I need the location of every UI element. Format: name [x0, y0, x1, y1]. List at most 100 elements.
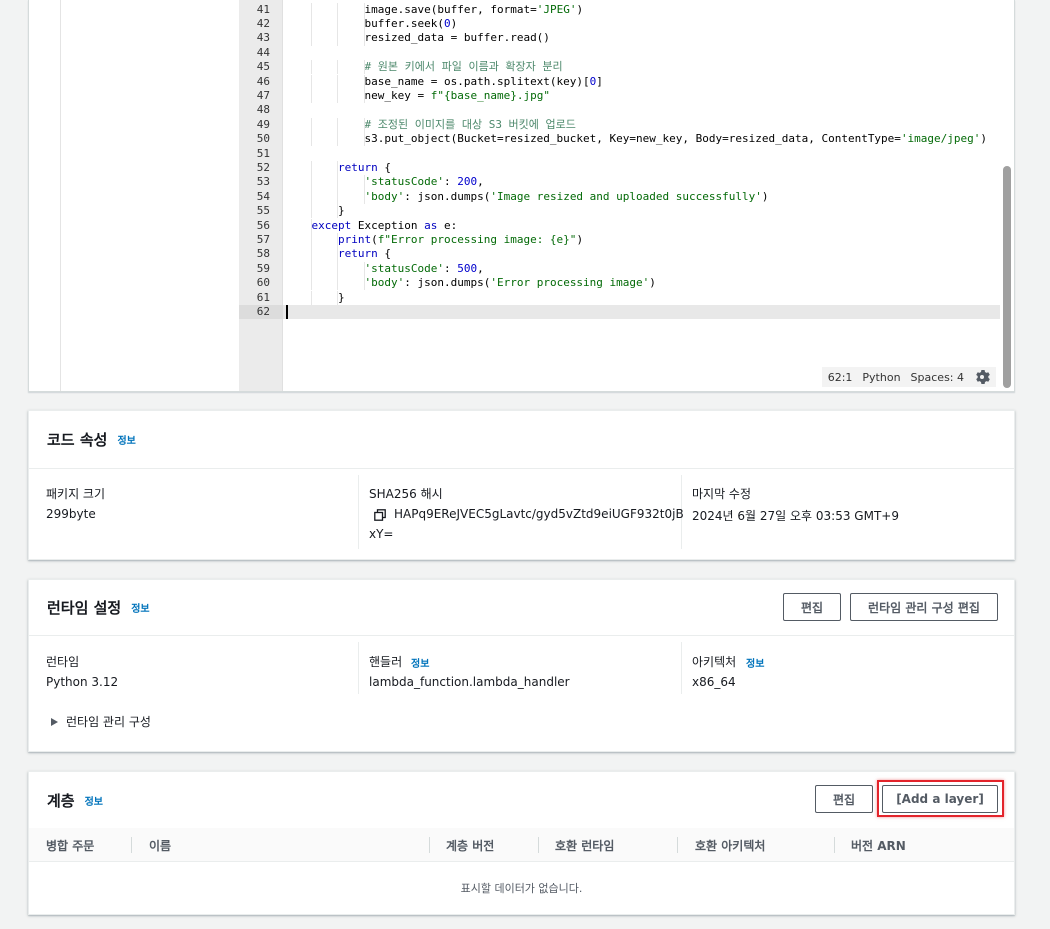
package-size-value: 299byte: [46, 507, 96, 521]
runtime-management-expander[interactable]: 런타임 관리 구성: [51, 713, 151, 730]
code-token: image.save(buffer,: [364, 2, 491, 16]
line-number: 42: [256, 16, 270, 30]
line-number: 45: [256, 60, 270, 74]
column-header-layer-version[interactable]: 계층 버전: [446, 828, 494, 862]
info-link[interactable]: 정보: [85, 793, 103, 808]
sha-value: HAPq9EReJVEC5gLavtc/gyd5vZtd9eiUGF932t0j…: [394, 507, 684, 521]
indent-guide: [337, 261, 338, 277]
file-tree-panel: [61, 0, 239, 391]
code-token: s3.put_object(Bucket=resized_bucket, Key…: [364, 132, 901, 146]
edit-runtime-button[interactable]: 편집: [783, 593, 841, 621]
indent-guide: [363, 2, 365, 17]
column-header-merge-order[interactable]: 병합 주문: [46, 828, 94, 862]
column-header-name[interactable]: 이름: [149, 828, 171, 862]
code-token: ): [576, 232, 584, 246]
code-line: s3.put_object(Bucket=resized_bucket, Key…: [365, 132, 988, 146]
code-line: 'body': json.dumps('Image resized and up…: [365, 190, 769, 204]
editor-scrollbar[interactable]: [1003, 166, 1011, 388]
indent-guide: [310, 16, 312, 32]
handler-info-link[interactable]: 정보: [411, 655, 429, 670]
column-header-compatible-runtimes[interactable]: 호환 런타임: [555, 828, 614, 862]
info-link[interactable]: 정보: [117, 432, 135, 447]
code-line: return {: [338, 161, 391, 175]
code-token: (: [371, 232, 378, 246]
code-line: return {: [338, 247, 391, 261]
copy-icon[interactable]: [374, 509, 386, 521]
editor-status-bar: 62:1 Python Spaces: 4: [821, 367, 996, 387]
last-modified-label: 마지막 수정: [692, 487, 752, 501]
line-number: 54: [256, 189, 270, 203]
gear-icon[interactable]: [974, 369, 990, 385]
code-token: Exception: [351, 218, 425, 232]
code-token: buffer.seek(: [364, 16, 444, 30]
indent-setting[interactable]: Spaces: 4: [911, 371, 964, 384]
code-token: ,: [477, 175, 484, 189]
indent-guide: [363, 175, 365, 190]
edit-runtime-management-button[interactable]: 런타임 관리 구성 편집: [850, 593, 998, 621]
panel-title: 계층: [47, 791, 75, 810]
code-token: format=: [490, 2, 537, 16]
info-link[interactable]: 정보: [131, 600, 149, 615]
architecture-info-link[interactable]: 정보: [746, 655, 764, 670]
code-token: e:: [437, 218, 458, 232]
column-divider: [358, 475, 359, 549]
code-token: print: [338, 232, 372, 246]
code-token: {: [377, 160, 391, 174]
code-token: ): [649, 276, 656, 290]
line-number: 43: [256, 31, 270, 45]
handler-value: lambda_function.lambda_handler: [369, 675, 570, 689]
code-token: f"{base_name}.jpg": [430, 88, 550, 102]
code-properties-header: 코드 속성 정보: [29, 411, 1014, 469]
language-mode[interactable]: Python: [862, 371, 900, 384]
column-header-version-arn[interactable]: 버전 ARN: [851, 828, 906, 862]
code-line: print(f"Error processing image: {e}"): [338, 233, 583, 247]
code-line: 'statusCode': 500,: [365, 262, 484, 276]
line-number: 56: [256, 218, 270, 232]
code-token: {: [377, 247, 391, 261]
code-text-area[interactable]: image.save(buffer, format='JPEG') buffer.…: [283, 0, 1000, 391]
architecture-value: x86_64: [692, 675, 736, 689]
code-token: }: [338, 290, 345, 304]
code-token: ): [576, 2, 584, 16]
column-divider: [131, 837, 132, 853]
code-token: new_key =: [364, 88, 431, 102]
indent-guide: [363, 16, 365, 32]
code-token: 0: [443, 16, 451, 30]
indent-guide: [337, 204, 338, 219]
code-token: : json.dumps(: [404, 189, 491, 203]
runtime-settings-header: 런타임 설정 정보 편집 런타임 관리 구성 편집: [29, 580, 1014, 636]
indent-guide: [363, 261, 365, 277]
indent-guide: [310, 2, 312, 17]
line-number: 47: [256, 88, 270, 102]
line-number: 52: [256, 160, 270, 174]
indent-guide: [310, 117, 312, 133]
indent-guide: [310, 88, 312, 104]
layers-table-header: 병합 주문 이름 계층 버전 호환 런타임 호환 아키텍처 버전 ARN: [29, 828, 1014, 862]
indent-guide: [363, 276, 365, 291]
indent-guide: [337, 132, 338, 147]
edit-layers-button[interactable]: 편집: [815, 785, 873, 813]
column-header-compatible-architectures[interactable]: 호환 아키텍처: [695, 828, 765, 862]
code-editor[interactable]: 41 42 43 44 45 46 47 48 49 50 51 52 53 54 55 56 57 58 59 60…: [28, 0, 1015, 392]
indent-guide: [310, 189, 312, 205]
indent-guide: [310, 31, 312, 46]
active-line-highlight: [283, 304, 1000, 320]
code-line: except Exception as e:: [312, 219, 458, 233]
indent-guide: [310, 247, 312, 262]
indent-guide: [337, 31, 338, 46]
sha-label: SHA256 해시: [369, 487, 443, 501]
code-token: ): [980, 132, 988, 146]
indent-guide: [337, 16, 338, 32]
code-token: 'body': [364, 189, 405, 203]
architecture-label: 아키텍처: [692, 655, 737, 669]
code-line: image.save(buffer, format='JPEG'): [365, 3, 584, 17]
line-number: 59: [256, 261, 270, 275]
text-cursor: [286, 304, 288, 319]
code-token: ): [450, 16, 458, 30]
line-number: 55: [256, 204, 270, 218]
line-number: 61: [256, 290, 270, 304]
line-number: 41: [256, 2, 270, 16]
runtime-settings-panel: 런타임 설정 정보 편집 런타임 관리 구성 편집 런타임 Python 3.1…: [28, 579, 1015, 752]
indent-guide: [310, 204, 312, 219]
indent-guide: [337, 175, 338, 190]
